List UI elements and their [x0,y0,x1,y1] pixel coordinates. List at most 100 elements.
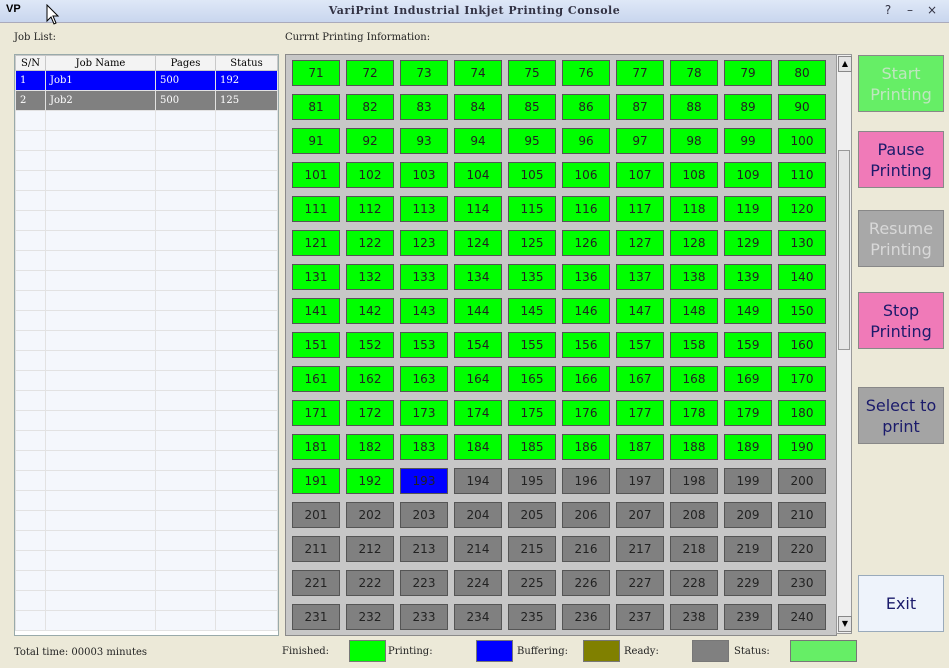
help-button[interactable]: ? [881,3,895,17]
page-cell-ready: 215 [508,536,556,562]
empty-cell [155,370,216,391]
legend-printing-swatch [476,640,513,662]
page-cell-finished: 175 [508,400,556,426]
page-grid-scrollbar[interactable]: ▲ ▼ [836,54,852,634]
empty-cell [15,170,46,191]
empty-cell [155,130,216,151]
empty-cell [155,570,216,591]
page-cell-finished: 119 [724,196,772,222]
page-cell-ready: 202 [346,502,394,528]
column-header-pages[interactable]: Pages [155,55,216,71]
page-cell-ready: 199 [724,468,772,494]
page-cell-ready: 203 [400,502,448,528]
pause-printing-button[interactable]: Pause Printing [858,131,944,188]
page-cell-finished: 125 [508,230,556,256]
column-header-sn[interactable]: S/N [15,55,46,71]
page-cell-finished: 120 [778,196,826,222]
page-cell-finished: 115 [508,196,556,222]
scroll-down-arrow-icon[interactable]: ▼ [838,616,852,632]
page-cell-finished: 122 [346,230,394,256]
page-cell-finished: 110 [778,162,826,188]
resume-printing-button[interactable]: Resume Printing [858,210,944,267]
page-cell-finished: 112 [346,196,394,222]
page-cell-ready: 198 [670,468,718,494]
page-cell-finished: 142 [346,298,394,324]
empty-row [15,390,278,411]
empty-cell [45,530,156,551]
stop-printing-button[interactable]: Stop Printing [858,292,944,349]
empty-cell [45,370,156,391]
empty-cell [45,170,156,191]
empty-cell [15,570,46,591]
table-row[interactable]: 2 Job2 500 125 [15,90,278,111]
page-cell-finished: 151 [292,332,340,358]
page-cell-finished: 101 [292,162,340,188]
page-cell-finished: 89 [724,94,772,120]
scroll-up-arrow-icon[interactable]: ▲ [838,56,852,72]
empty-cell [15,490,46,511]
page-cell-finished: 127 [616,230,664,256]
empty-cell [215,550,278,571]
cell-status: 192 [215,70,278,91]
empty-row [15,230,278,251]
empty-row [15,310,278,331]
cell-pages: 500 [155,70,216,91]
page-cell-finished: 81 [292,94,340,120]
page-cell-finished: 192 [346,468,394,494]
job-list-table: S/N Job Name Pages Status 1 Job1 500 192… [14,54,279,636]
empty-cell [215,270,278,291]
page-cell-finished: 152 [346,332,394,358]
empty-cell [155,210,216,231]
page-cell-finished: 191 [292,468,340,494]
empty-cell [45,210,156,231]
empty-row [15,510,278,531]
empty-cell [215,210,278,231]
column-header-status[interactable]: Status [215,55,278,71]
table-row[interactable]: 1 Job1 500 192 [15,70,278,91]
page-cell-ready: 195 [508,468,556,494]
empty-cell [215,170,278,191]
empty-cell [45,590,156,611]
page-cell-finished: 180 [778,400,826,426]
empty-cell [215,190,278,211]
page-cell-finished: 153 [400,332,448,358]
exit-button[interactable]: Exit [858,575,944,632]
page-cell-finished: 121 [292,230,340,256]
page-cell-finished: 132 [346,264,394,290]
empty-cell [215,290,278,311]
page-cell-ready: 224 [454,570,502,596]
page-cell-finished: 123 [400,230,448,256]
page-cell-finished: 95 [508,128,556,154]
scroll-thumb[interactable] [838,150,850,350]
empty-row [15,470,278,491]
page-cell-finished: 104 [454,162,502,188]
empty-cell [15,270,46,291]
page-cell-finished: 149 [724,298,772,324]
current-info-label: Currnt Printing Information: [285,32,431,43]
page-cell-ready: 217 [616,536,664,562]
empty-cell [45,510,156,531]
mouse-cursor-icon [46,4,60,25]
page-cell-finished: 147 [616,298,664,324]
empty-cell [15,110,46,131]
empty-cell [15,150,46,171]
empty-row [15,450,278,471]
cell-sn: 2 [15,90,46,111]
select-to-print-button[interactable]: Select to print [858,387,944,444]
page-cell-finished: 165 [508,366,556,392]
minimize-button[interactable]: – [903,3,917,17]
column-header-job-name[interactable]: Job Name [45,55,156,71]
window-title: VariPrint Industrial Inkjet Printing Con… [328,4,621,17]
legend-buffering-swatch [583,640,620,662]
empty-cell [155,330,216,351]
empty-cell [215,470,278,491]
page-cell-finished: 176 [562,400,610,426]
page-status-panel: 71 72 73 74 75 76 77 78 79 80 81 82 83 84 85 86 87 88 89 90… [285,54,837,636]
page-cell-ready: 236 [562,604,610,630]
close-button[interactable]: × [925,3,939,17]
page-cell-finished: 135 [508,264,556,290]
page-cell-ready: 214 [454,536,502,562]
page-cell-ready: 231 [292,604,340,630]
start-printing-button[interactable]: Start Printing [858,55,944,112]
page-cell-finished: 144 [454,298,502,324]
